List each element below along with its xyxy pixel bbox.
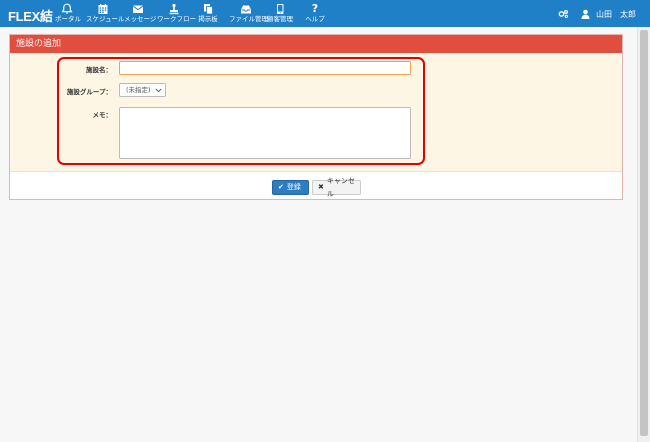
inbox-icon [241, 5, 251, 14]
nav-item-help[interactable]: ? ヘルプ [304, 3, 326, 25]
calendar-icon [98, 4, 108, 14]
envelope-icon [132, 5, 144, 13]
close-icon: ✖ [318, 183, 324, 191]
scrollbar-thumb[interactable] [640, 30, 648, 436]
top-navbar: FLEX結 ポータル スケジュール メッセージ ワークフロー 掲示板 ファイル管… [0, 0, 650, 27]
nav-label: スケジュール [86, 15, 125, 23]
save-button[interactable]: ✔ 登録 [272, 180, 309, 195]
nav-label: 掲示板 [198, 15, 218, 23]
bell-icon [61, 3, 73, 14]
nav-user-area: 山田 太郎 [558, 7, 636, 21]
cancel-button[interactable]: ✖ キャンセル [312, 177, 361, 198]
save-button-label: 登録 [286, 183, 301, 191]
add-facility-panel: 施設の追加 施設名： 施設グループ： (未指定) メモ： ✔ 登録 ✖ キャンセ… [9, 34, 623, 200]
phone-icon [277, 4, 284, 14]
nav-item-board[interactable]: 掲示板 [197, 3, 219, 25]
facility-name-input[interactable] [119, 61, 411, 75]
check-icon: ✔ [278, 183, 284, 191]
question-icon: ? [311, 2, 319, 15]
nav-item-workflow[interactable]: ワークフロー [157, 3, 196, 25]
nav-label: ワークフロー [157, 15, 196, 23]
chevron-down-icon [155, 88, 162, 92]
cancel-button-label: キャンセル [326, 176, 355, 198]
brand-logo[interactable]: FLEX結 [8, 6, 53, 25]
nav-item-customer[interactable]: 顧客管理 [267, 3, 293, 25]
form-area: 施設名： 施設グループ： (未指定) メモ： [10, 53, 622, 172]
nav-label: ポータル [55, 15, 81, 23]
stamp-icon [169, 3, 178, 15]
cogs-icon[interactable] [558, 9, 569, 19]
nav-item-message[interactable]: メッセージ [124, 3, 157, 25]
nav-label: ファイル管理 [229, 15, 268, 23]
page-scrollbar[interactable] [637, 27, 650, 442]
nav-label: ヘルプ [305, 15, 325, 23]
copy-icon [204, 4, 213, 15]
memo-label: メモ： [92, 111, 113, 119]
panel-title: 施設の追加 [10, 35, 622, 53]
nav-label: 顧客管理 [267, 15, 293, 23]
facility-group-label: 施設グループ： [66, 88, 112, 96]
nav-item-file[interactable]: ファイル管理 [229, 3, 268, 25]
nav-item-schedule[interactable]: スケジュール [86, 3, 125, 25]
facility-name-label: 施設名： [86, 66, 112, 74]
user-icon[interactable] [581, 9, 590, 19]
nav-item-portal[interactable]: ポータル [55, 3, 81, 25]
facility-group-select[interactable]: (未指定) [119, 83, 166, 97]
memo-textarea[interactable] [119, 107, 411, 159]
group-select-value: (未指定) [126, 86, 151, 94]
user-name[interactable]: 山田 太郎 [596, 9, 636, 20]
nav-label: メッセージ [124, 15, 157, 23]
